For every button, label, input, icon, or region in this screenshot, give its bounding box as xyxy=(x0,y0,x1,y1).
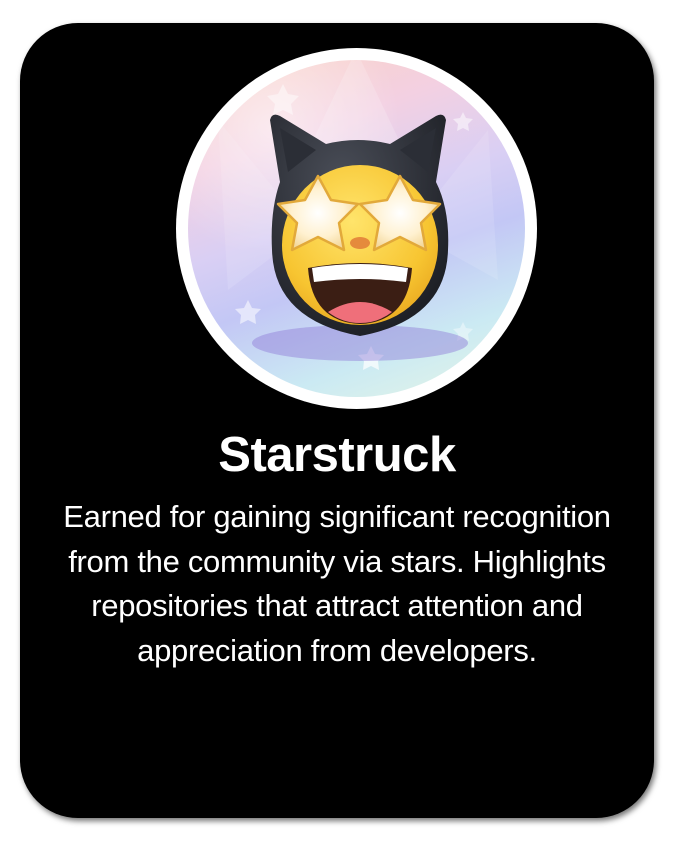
badge-description: Earned for gaining significant recogniti… xyxy=(63,499,611,668)
badge-ring xyxy=(176,48,537,409)
badge-title: Starstruck xyxy=(218,428,456,482)
achievement-card: Starstruck Earned for gaining significan… xyxy=(20,23,654,818)
starstruck-cat-icon xyxy=(188,60,525,397)
